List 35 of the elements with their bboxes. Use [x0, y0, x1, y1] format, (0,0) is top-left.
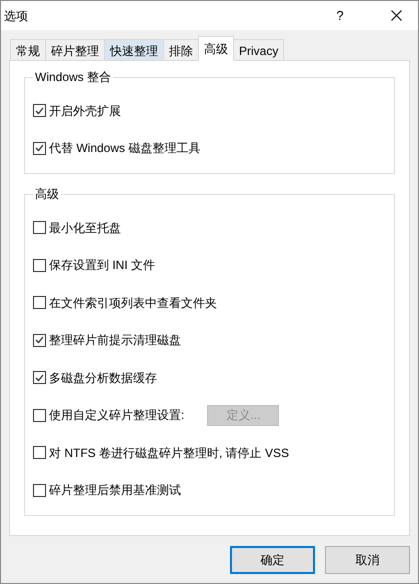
- group-title: Windows 整合: [33, 69, 114, 85]
- group-title: 高级: [33, 186, 61, 202]
- checkbox[interactable]: [33, 221, 46, 234]
- close-icon: [390, 10, 402, 21]
- help-button[interactable]: ?: [318, 1, 362, 30]
- tab[interactable]: 常规: [10, 39, 46, 61]
- option-label: 最小化至托盘: [49, 220, 121, 237]
- option-label: 多磁盘分析数据缓存: [49, 370, 157, 387]
- checkbox[interactable]: [33, 371, 46, 384]
- dialog-button[interactable]: 取消: [325, 546, 410, 574]
- checkbox[interactable]: [33, 104, 46, 118]
- option-label: 在文件索引项列表中查看文件夹: [49, 294, 217, 312]
- dialog-button[interactable]: 确定: [230, 546, 315, 574]
- check-icon: [35, 144, 44, 152]
- tab[interactable]: 快速整理: [104, 39, 164, 61]
- checkbox[interactable]: [33, 484, 46, 497]
- option-label: 开启外壳扩展: [49, 102, 121, 120]
- option-label: 整理碎片前提示清理磁盘: [49, 332, 181, 350]
- tab[interactable]: 高级: [198, 36, 234, 61]
- option-label: 保存设置到 INI 文件: [49, 257, 156, 274]
- tab[interactable]: Privacy: [233, 39, 284, 61]
- checkbox[interactable]: [33, 142, 46, 155]
- checkbox[interactable]: [33, 446, 46, 460]
- option-label: 代替 Windows 磁盘整理工具: [49, 140, 200, 158]
- checkbox[interactable]: [33, 408, 46, 422]
- checkbox[interactable]: [33, 334, 46, 347]
- check-icon: [35, 336, 44, 344]
- option-label: 对 NTFS 卷进行磁盘碎片整理时, 请停止 VSS: [49, 444, 290, 462]
- checkbox[interactable]: [33, 258, 46, 272]
- window-title: 选项: [4, 8, 29, 24]
- check-icon: [35, 106, 44, 115]
- check-icon: [35, 374, 44, 382]
- option-label: 碎片整理后禁用基准测试: [49, 482, 181, 500]
- option-label: 使用自定义碎片整理设置:: [49, 407, 184, 424]
- checkbox[interactable]: [33, 296, 46, 310]
